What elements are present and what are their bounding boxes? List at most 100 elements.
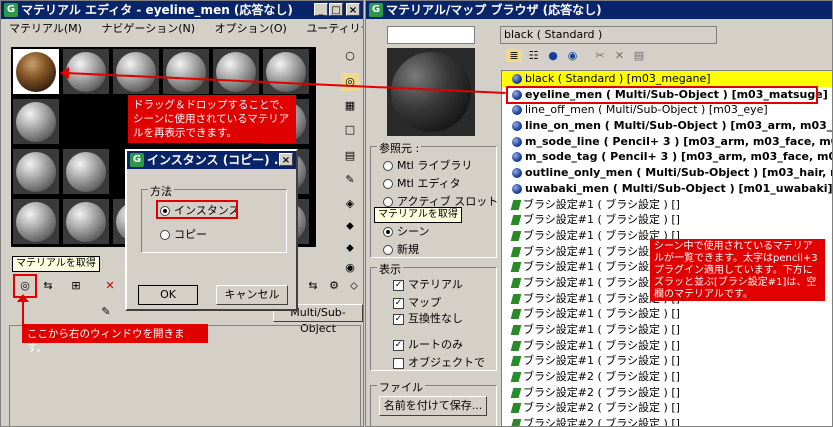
sample-slot[interactable] [13,99,59,144]
background-button[interactable]: ▦ [341,97,359,115]
list-item[interactable]: ブラシ設定#2 ( ブラシ設定 ) [] [502,369,832,385]
make-preview-button[interactable]: ✎ [341,171,359,189]
view-list-icons-icon[interactable]: ☷ [526,49,542,62]
sample-slot[interactable] [63,199,109,244]
close-button[interactable]: × [346,3,360,16]
material-icon [512,121,522,132]
material-name-field[interactable]: black ( Standard ) [500,26,717,44]
app-icon: G [4,3,18,17]
open-window-annotation: ここから右のウィンドウを開きます。 [22,324,208,354]
check-incompatible[interactable]: ✓ 互換性なし [393,310,463,326]
radio-copy[interactable]: コピー [160,226,207,242]
radio-indicator [383,227,393,237]
material-browser-titlebar[interactable]: G マテリアル/マップ ブラウザ (応答なし) [366,1,832,19]
sample-slot[interactable] [63,149,109,194]
map-icon [510,262,522,273]
file-label: ファイル [377,379,425,395]
list-item[interactable]: ブラシ設定#1 ( ブラシ設定 ) [] [502,353,832,369]
list-item[interactable]: ブラシ設定#2 ( ブラシ設定 ) [] [502,385,832,401]
sample-slot[interactable] [263,49,309,94]
material-id-icon[interactable]: ⬦ [345,277,363,295]
sample-slot[interactable] [13,199,59,244]
material-icon [512,105,522,116]
sample-slot[interactable] [163,49,209,94]
list-item[interactable]: ブラシ設定#1 ( ブラシ設定 ) [] [502,338,832,354]
sample-type-button[interactable]: ○ [341,47,359,65]
select-by-material-button[interactable]: ⬥ [341,217,359,235]
cancel-button[interactable]: キャンセル [216,285,288,305]
material-sphere [66,202,106,242]
dialog-close-button[interactable]: × [279,153,293,166]
menu-options[interactable]: オプション(O) [215,22,287,35]
instance-dialog-titlebar[interactable]: G インスタンス (コピー) ... × [127,151,296,169]
eyedropper-icon[interactable]: ✎ [97,303,115,321]
menu-material[interactable]: マテリアル(M) [9,22,82,35]
view-small-icons-icon[interactable]: ● [545,49,561,62]
list-item[interactable]: uwabaki_men ( Multi/Sub-Object ) [m01_uw… [502,181,832,197]
map-icon [510,199,522,210]
assign-material-icon[interactable]: ⊞ [67,277,85,295]
options-button[interactable]: ◈ [341,195,359,213]
method-group-label: 方法 [148,183,174,199]
list-item[interactable]: ブラシ設定#1 ( ブラシ設定 ) [] [502,306,832,322]
list-item-label: ブラシ設定#2 ( ブラシ設定 ) [] [523,417,680,427]
material-browser-title: マテリアル/マップ ブラウザ (応答なし) [386,3,602,17]
map-navigator-button[interactable]: ◉ [341,259,359,277]
radio-indicator [383,245,393,255]
list-item[interactable]: black ( Standard ) [m03_megane] [502,71,832,87]
material-editor-titlebar[interactable]: G マテリアル エディタ - eyeline_men (応答なし) _ □ × [1,1,363,19]
copy-material-icon[interactable]: ⇆ [304,277,322,295]
check-by-object[interactable]: オブジェクトで [393,354,485,370]
check-materials[interactable]: ✓ マテリアル [393,276,463,292]
list-item[interactable]: ブラシ設定#2 ( ブラシ設定 ) [] [502,400,832,416]
sample-slot[interactable] [113,49,159,94]
put-material-icon[interactable]: ⇆ [39,277,57,295]
check-maps-label: マップ [408,296,441,309]
list-item[interactable]: outline_only_men ( Multi/Sub-Object ) [m… [502,165,832,181]
list-item[interactable]: ブラシ設定#2 ( ブラシ設定 ) [] [502,416,832,427]
list-item[interactable]: ブラシ設定#1 ( ブラシ設定 ) [] [502,212,832,228]
view-large-icons-icon[interactable]: ◉ [565,49,581,62]
app-icon: G [369,3,383,17]
list-item-label: ブラシ設定#1 ( ブラシ設定 ) [] [523,307,680,321]
app-icon: G [130,153,144,167]
menu-utilities[interactable]: ユーティリティ(U) [306,22,363,35]
list-item[interactable]: line_on_men ( Multi/Sub-Object ) [m03_ar… [502,118,832,134]
delete-icon[interactable]: ✕ [612,49,628,62]
list-item[interactable]: ブラシ設定#1 ( ブラシ設定 ) [] [502,322,832,338]
get-material-tooltip: マテリアルを取得 [12,256,100,272]
sample-slot[interactable] [13,149,59,194]
save-as-button[interactable]: 名前を付けて保存... [379,396,487,416]
reset-map-icon[interactable]: ✕ [101,277,119,295]
radio-mtl-editor[interactable]: Mtl エディタ [383,175,461,191]
browser-get-material-tooltip: マテリアルを取得 [374,207,462,223]
check-maps[interactable]: ✓ マップ [393,294,441,310]
view-list-icon[interactable]: ≣ [506,49,522,62]
update-scene-icon[interactable]: ✂ [592,49,608,62]
sample-slot-selected[interactable] [13,49,59,94]
list-item[interactable]: ブラシ設定#1 ( ブラシ設定 ) [] [502,197,832,213]
list-item[interactable]: m_sode_line ( Pencil+ 3 ) [m03_arm, m03_… [502,134,832,150]
sample-slot[interactable] [213,49,259,94]
material-icon [512,152,522,163]
radio-mtl-library[interactable]: Mtl ライブラリ [383,157,472,173]
list-item[interactable]: m_sode_tag ( Pencil+ 3 ) [m03_arm, m03_f… [502,149,832,165]
minimize-button[interactable]: _ [314,3,328,16]
check-root-only[interactable]: ✓ ルートのみ [393,336,463,352]
backlight-button[interactable]: ◎ [341,73,359,91]
uv-tiling-button[interactable]: □ [341,121,359,139]
radio-new[interactable]: 新規 [383,241,419,257]
menu-navigation[interactable]: ナビゲーション(N) [101,22,195,35]
clear-library-icon[interactable]: ▤ [631,49,647,62]
video-color-check-button[interactable]: ▤ [341,147,359,165]
radio-scene[interactable]: シーン [383,223,429,239]
maximize-button[interactable]: □ [329,3,343,16]
list-item-label: m_sode_tag ( Pencil+ 3 ) [m03_arm, m03_f… [525,150,833,164]
map-icon [510,356,522,367]
material-map-navigator-button[interactable]: ⬥ [341,239,359,257]
list-item[interactable]: line_off_men ( Multi/Sub-Object ) [m03_e… [502,102,832,118]
ok-button[interactable]: OK [138,285,198,305]
unique-icon[interactable]: ⚙ [325,277,343,295]
radio-copy-indicator [160,230,170,240]
radio-mtl-library-label: Mtl ライブラリ [397,159,473,172]
